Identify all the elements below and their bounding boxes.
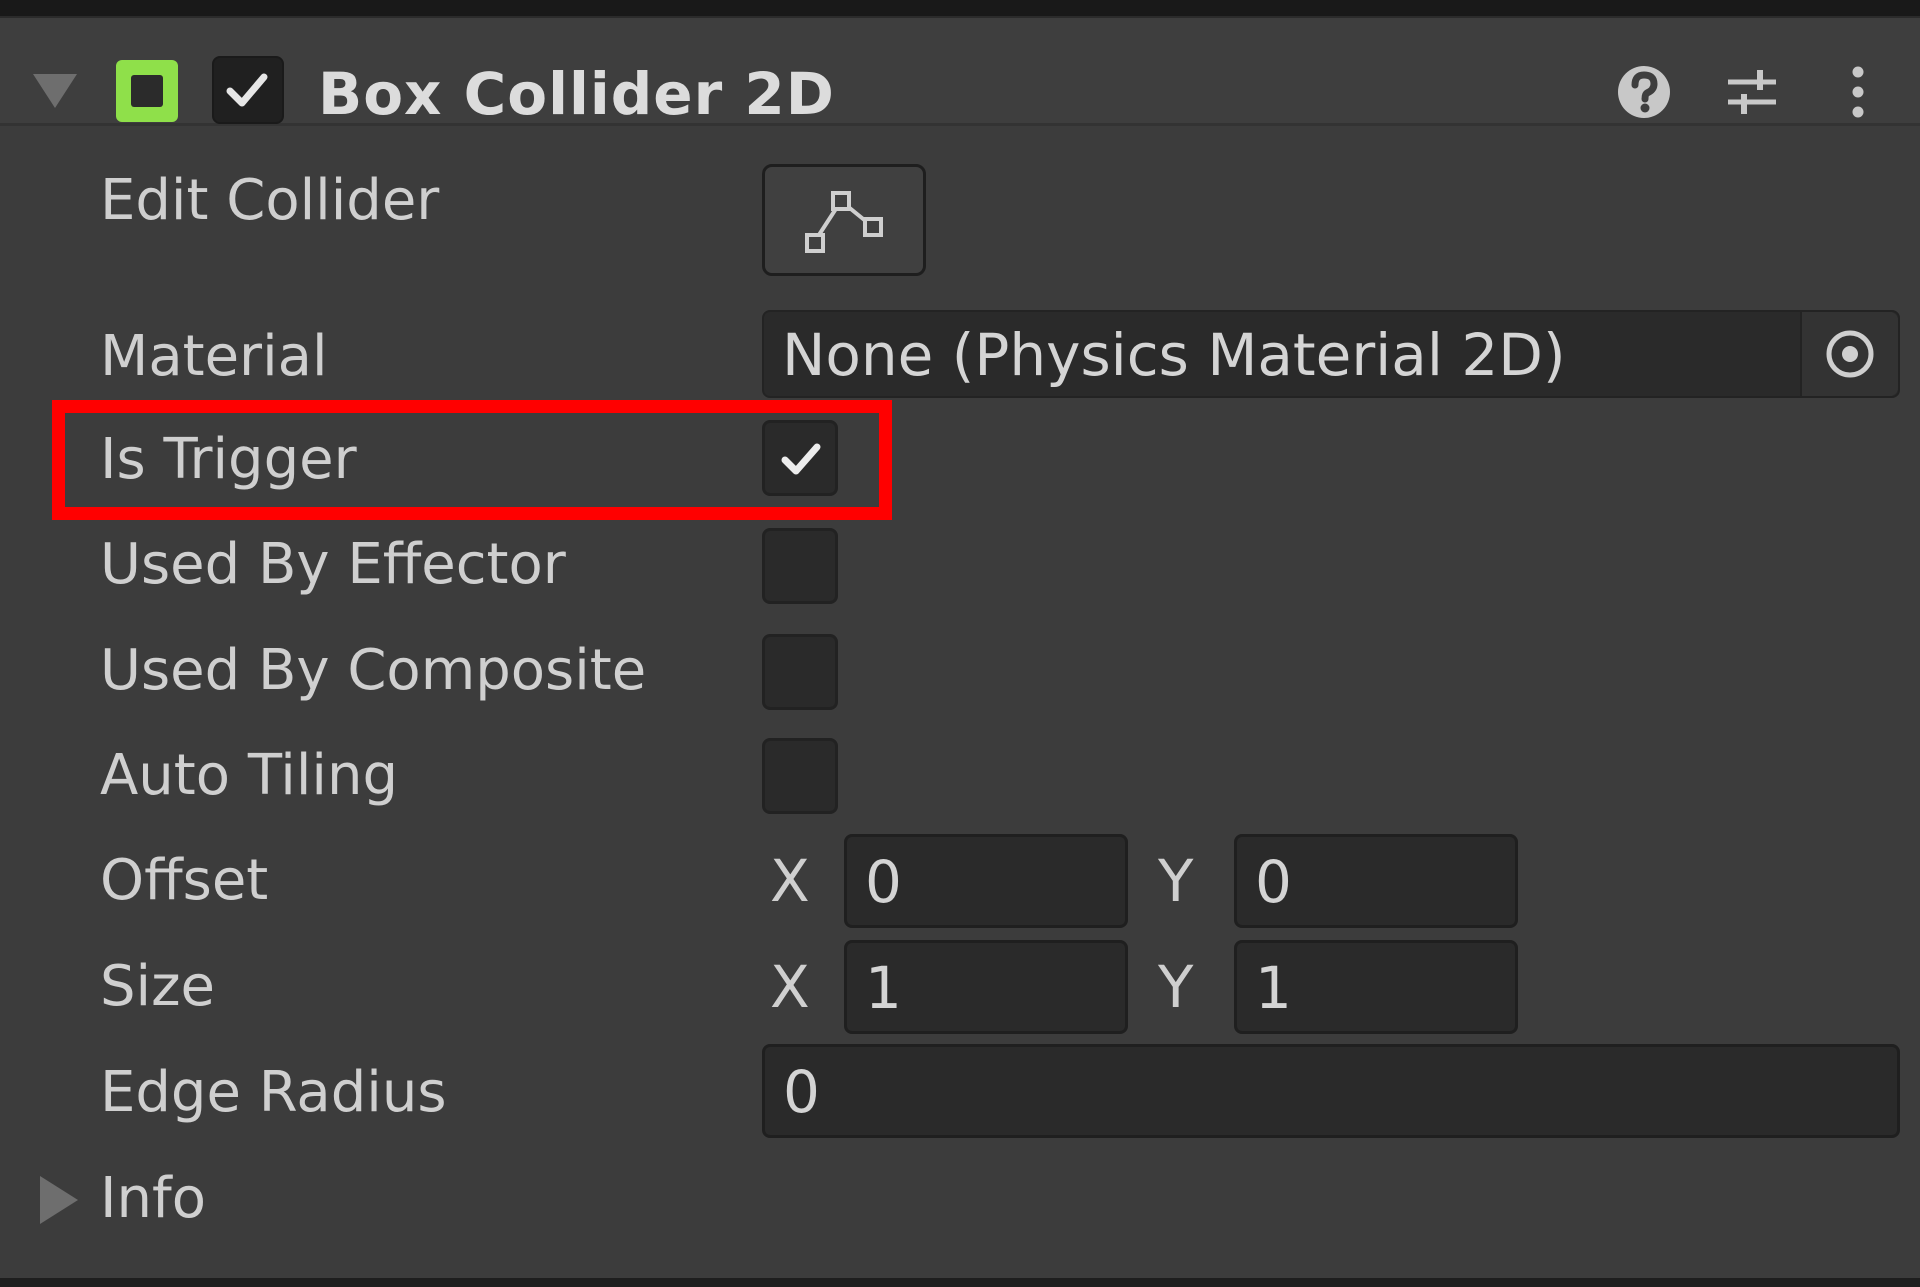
top-separator [0, 0, 1920, 16]
offset-y-value: 0 [1255, 848, 1292, 916]
size-y-field[interactable]: 1 [1234, 940, 1518, 1034]
is-trigger-checkbox[interactable] [762, 420, 838, 496]
bottom-separator [0, 1278, 1920, 1287]
used-by-composite-label: Used By Composite [100, 638, 647, 703]
component-title: Box Collider 2D [318, 60, 835, 128]
checkmark-icon [226, 73, 268, 107]
used-by-effector-checkbox[interactable] [762, 528, 838, 604]
presets-icon[interactable] [1722, 62, 1782, 122]
foldout-expanded-icon[interactable] [33, 74, 77, 108]
component-enabled-checkbox[interactable] [212, 56, 284, 124]
offset-x-value: 0 [865, 848, 902, 916]
offset-label: Offset [100, 848, 269, 913]
size-x-field[interactable]: 1 [844, 940, 1128, 1034]
auto-tiling-label: Auto Tiling [100, 743, 399, 808]
edit-collider-label: Edit Collider [100, 168, 440, 233]
auto-tiling-checkbox[interactable] [762, 738, 838, 814]
edit-collider-button[interactable] [762, 164, 926, 276]
material-value: None (Physics Material 2D) [782, 321, 1566, 389]
checkmark-icon [781, 443, 821, 475]
foldout-collapsed-icon[interactable] [40, 1176, 78, 1224]
size-x-value: 1 [865, 954, 902, 1022]
offset-x-field[interactable]: 0 [844, 834, 1128, 928]
material-field[interactable]: None (Physics Material 2D) [762, 310, 1900, 398]
size-y-label: Y [1158, 953, 1194, 1021]
more-options-icon[interactable] [1828, 62, 1888, 122]
size-x-label: X [770, 953, 810, 1021]
used-by-effector-label: Used By Effector [100, 532, 566, 597]
object-picker-button[interactable] [1800, 312, 1898, 396]
material-label: Material [100, 324, 328, 389]
size-y-value: 1 [1255, 954, 1292, 1022]
object-picker-icon [1826, 330, 1874, 378]
box-collider-2d-icon [116, 60, 178, 122]
info-foldout-label[interactable]: Info [100, 1164, 206, 1234]
used-by-composite-checkbox[interactable] [762, 634, 838, 710]
help-icon[interactable] [1614, 62, 1674, 122]
edge-radius-label: Edge Radius [100, 1060, 447, 1125]
offset-x-label: X [770, 847, 810, 915]
offset-y-label: Y [1158, 847, 1194, 915]
edge-radius-field[interactable]: 0 [762, 1044, 1900, 1138]
component-header[interactable]: Box Collider 2D [0, 16, 1920, 128]
edit-collider-icon [805, 191, 883, 253]
is-trigger-label: Is Trigger [100, 427, 357, 492]
size-label: Size [100, 954, 215, 1019]
edge-radius-value: 0 [783, 1058, 820, 1126]
offset-y-field[interactable]: 0 [1234, 834, 1518, 928]
